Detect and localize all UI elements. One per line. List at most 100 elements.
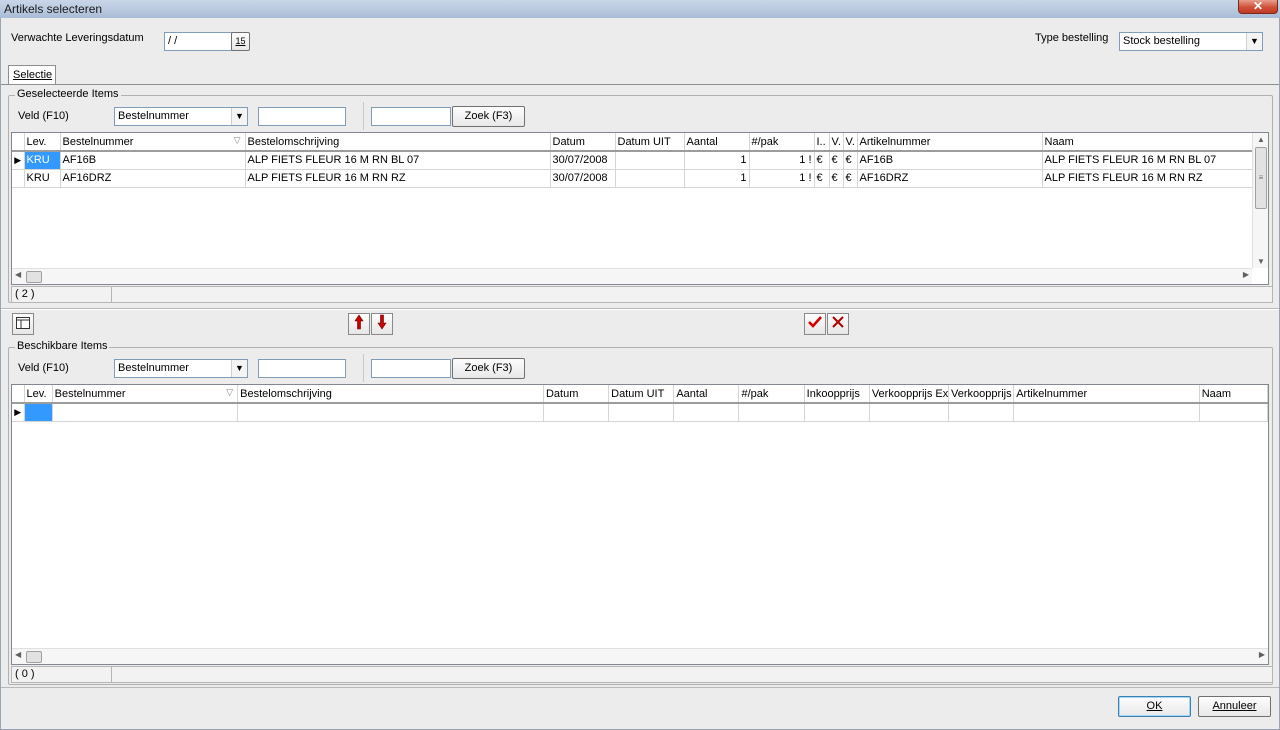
scroll-thumb[interactable] (26, 271, 42, 283)
table-row[interactable]: KRU AF16DRZ ALP FIETS FLEUR 16 M RN RZ 3… (12, 169, 1256, 188)
cell-inkoop[interactable]: € (814, 151, 830, 170)
cell-artikelnummer[interactable]: AF16DRZ (857, 169, 1043, 188)
cell-verkoop[interactable]: € (843, 169, 858, 188)
column-header[interactable]: Artikelnummer (1013, 385, 1200, 404)
cell-naam[interactable] (1199, 403, 1268, 422)
cell-datum[interactable]: 30/07/2008 (550, 151, 616, 170)
chevron-down-icon[interactable]: ▼ (231, 108, 247, 125)
column-header[interactable]: Verkoopprijs (948, 385, 1015, 404)
table-row[interactable]: ▶ KRU AF16B ALP FIETS FLEUR 16 M RN BL 0… (12, 151, 1256, 170)
scroll-up-icon[interactable]: ▲ (1257, 135, 1265, 144)
column-header[interactable]: Datum UIT (615, 133, 685, 152)
available-filter-input[interactable] (258, 359, 346, 378)
cell-omschrijving[interactable] (237, 403, 544, 422)
vertical-scrollbar[interactable]: ▲ ≡ ▼ (1252, 133, 1268, 268)
selected-search-input[interactable] (371, 107, 451, 126)
column-header[interactable]: Aantal (673, 385, 740, 404)
cell-artikelnummer[interactable]: AF16B (857, 151, 1043, 170)
column-header[interactable]: V. (829, 133, 844, 152)
splitter[interactable] (1, 308, 1279, 310)
column-header[interactable]: V. (843, 133, 858, 152)
available-search-button[interactable]: Zoek (F3) (452, 358, 525, 379)
column-header[interactable]: Inkoopprijs (804, 385, 870, 404)
scroll-right-icon[interactable]: ▶ (1259, 650, 1265, 659)
cell-artikelnummer[interactable] (1013, 403, 1200, 422)
chevron-down-icon[interactable]: ▼ (231, 360, 247, 377)
column-header[interactable]: Datum UIT (608, 385, 675, 404)
column-header[interactable]: Datum (550, 133, 616, 152)
cell-verkoop[interactable] (948, 403, 1015, 422)
column-header[interactable]: Lev. (24, 385, 53, 404)
cell-lev[interactable] (24, 403, 53, 422)
cell-naam[interactable]: ALP FIETS FLEUR 16 M RN RZ (1042, 169, 1256, 188)
scroll-thumb[interactable]: ≡ (1255, 147, 1267, 209)
horizontal-scrollbar[interactable]: ◀ ▶ (12, 648, 1268, 664)
cell-datum-uit[interactable] (608, 403, 675, 422)
column-header[interactable]: Bestelomschrijving (237, 385, 544, 404)
cell-datum[interactable]: 30/07/2008 (550, 169, 616, 188)
cell-omschrijving[interactable]: ALP FIETS FLEUR 16 M RN RZ (245, 169, 551, 188)
calendar-icon[interactable]: 15 (231, 32, 250, 51)
column-header[interactable]: Aantal (684, 133, 750, 152)
cell-lev[interactable]: KRU (24, 169, 61, 188)
tab-selectie[interactable]: Selectie (8, 65, 56, 85)
scroll-down-icon[interactable]: ▼ (1257, 257, 1265, 266)
chevron-down-icon[interactable]: ▼ (1246, 33, 1262, 50)
cell-bestelnummer[interactable]: AF16DRZ (60, 169, 246, 188)
column-header[interactable]: #/pak (749, 133, 815, 152)
cell-verkoop-ex[interactable]: € (829, 169, 844, 188)
horizontal-scrollbar[interactable]: ◀ ▶ (12, 268, 1252, 284)
column-header[interactable]: #/pak (738, 385, 805, 404)
arrow-down-icon[interactable] (371, 313, 393, 335)
scroll-thumb[interactable] (26, 651, 42, 663)
close-button[interactable]: ✕ (1238, 0, 1278, 14)
column-header[interactable]: Verkoopprijs Ex (869, 385, 950, 404)
available-search-input[interactable] (371, 359, 451, 378)
cell-lev[interactable]: KRU (24, 151, 61, 170)
cell-aantal[interactable]: 1 (684, 169, 750, 188)
cell-datum-uit[interactable] (615, 169, 685, 188)
scroll-right-icon[interactable]: ▶ (1243, 270, 1249, 279)
column-header[interactable]: Bestelomschrijving (245, 133, 551, 152)
column-header[interactable]: Naam (1199, 385, 1268, 404)
arrow-up-icon[interactable] (348, 313, 370, 335)
cell-inkoop[interactable]: € (814, 169, 830, 188)
cell-aantal[interactable] (673, 403, 740, 422)
cell-naam[interactable]: ALP FIETS FLEUR 16 M RN BL 07 (1042, 151, 1256, 170)
cell-datum[interactable] (543, 403, 610, 422)
delivery-date-input[interactable]: / / (164, 32, 232, 51)
cell-pak[interactable]: 1 ! (749, 151, 815, 170)
check-icon[interactable] (804, 313, 826, 335)
scroll-left-icon[interactable]: ◀ (15, 650, 21, 659)
cell-bestelnummer[interactable] (52, 403, 239, 422)
cell-datum-uit[interactable] (615, 151, 685, 170)
order-type-select[interactable]: Stock bestelling ▼ (1119, 32, 1263, 51)
column-header[interactable]: I.. (814, 133, 830, 152)
column-header[interactable]: Bestelnummer ▽ (52, 385, 239, 404)
cancel-button[interactable]: Annuleer (1198, 696, 1271, 717)
cell-verkoop-ex[interactable]: € (829, 151, 844, 170)
cell-pak[interactable]: 1 ! (749, 169, 815, 188)
cell-inkoop[interactable] (804, 403, 870, 422)
column-header[interactable]: Bestelnummer ▽ (60, 133, 246, 152)
scroll-left-icon[interactable]: ◀ (15, 270, 21, 279)
available-items-grid[interactable]: Lev. Bestelnummer ▽ Bestelomschrijving Da… (11, 384, 1269, 665)
column-header[interactable]: Lev. (24, 133, 61, 152)
selected-filter-input[interactable] (258, 107, 346, 126)
column-header[interactable]: Artikelnummer (857, 133, 1043, 152)
table-row[interactable]: ▶ (12, 403, 1268, 422)
ok-button[interactable]: OK (1118, 696, 1191, 717)
cell-aantal[interactable]: 1 (684, 151, 750, 170)
columns-icon[interactable] (12, 313, 34, 335)
available-field-select[interactable]: Bestelnummer ▼ (114, 359, 248, 378)
selected-items-grid[interactable]: Lev. Bestelnummer ▽ Bestelomschrijving Da… (11, 132, 1269, 285)
selected-field-select[interactable]: Bestelnummer ▼ (114, 107, 248, 126)
cell-pak[interactable] (738, 403, 805, 422)
cell-verkoop[interactable]: € (843, 151, 858, 170)
cell-bestelnummer[interactable]: AF16B (60, 151, 246, 170)
cell-omschrijving[interactable]: ALP FIETS FLEUR 16 M RN BL 07 (245, 151, 551, 170)
cell-verkoop-ex[interactable] (869, 403, 950, 422)
column-header[interactable]: Datum (543, 385, 610, 404)
column-header[interactable]: Naam (1042, 133, 1256, 152)
cross-icon[interactable] (827, 313, 849, 335)
